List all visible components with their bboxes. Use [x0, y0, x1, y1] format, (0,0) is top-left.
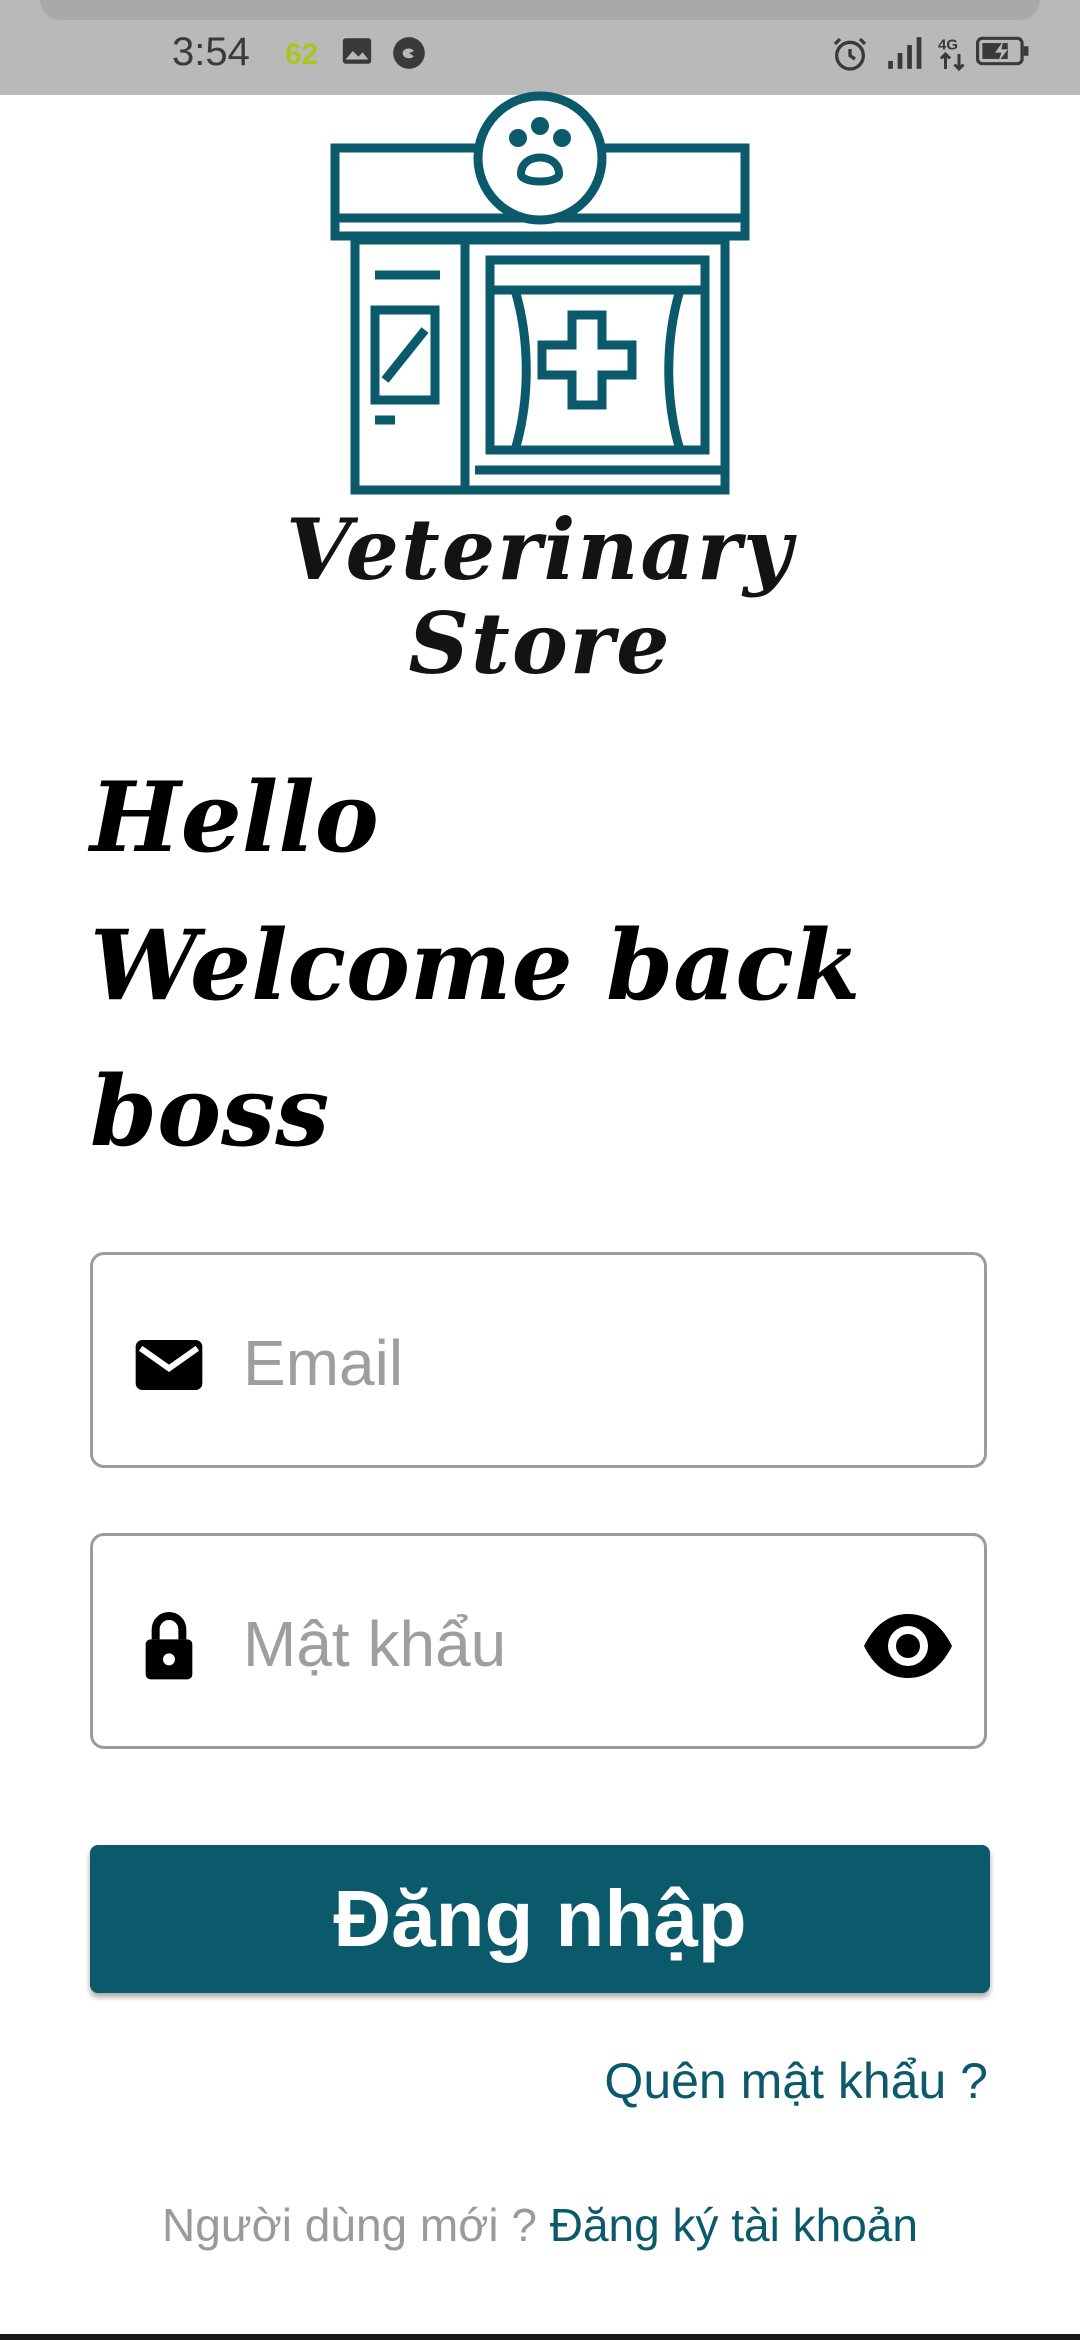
signal-icon	[888, 37, 922, 69]
status-time: 3:54	[172, 30, 250, 74]
email-field[interactable]	[90, 1252, 987, 1468]
register-link[interactable]: Đăng ký tài khoản	[550, 2199, 918, 2251]
forgot-password-link[interactable]: Quên mật khẩu ?	[604, 2052, 988, 2110]
lock-icon	[145, 1612, 193, 1680]
status-bar-notch	[40, 0, 1040, 20]
register-row: Người dùng mới ? Đăng ký tài khoản	[0, 2198, 1080, 2252]
login-button[interactable]: Đăng nhập	[90, 1845, 990, 1993]
password-input[interactable]	[243, 1596, 803, 1692]
greeting-hello: Hello	[90, 761, 379, 874]
image-icon	[342, 38, 372, 64]
greeting-boss: boss	[90, 1055, 330, 1168]
bottom-edge	[0, 2334, 1080, 2340]
new-user-label: Người dùng mới ?	[162, 2199, 537, 2251]
status-badge: 62	[285, 38, 319, 71]
veterinary-store-building-icon	[330, 91, 750, 495]
brand-name-line1: Veterinary	[286, 500, 794, 599]
chat-bubble-icon	[393, 37, 425, 69]
password-field[interactable]	[90, 1533, 987, 1749]
svg-text:4G: 4G	[938, 37, 958, 54]
eye-icon[interactable]	[860, 1598, 956, 1694]
battery-charging-icon	[976, 36, 1029, 66]
email-input[interactable]	[243, 1315, 803, 1411]
alarm-icon	[833, 37, 867, 71]
network-4g-icon: 4G	[938, 37, 965, 72]
mail-icon	[135, 1340, 203, 1390]
greeting-welcome: Welcome back	[90, 909, 861, 1022]
brand-name-line2: Store	[408, 594, 672, 693]
